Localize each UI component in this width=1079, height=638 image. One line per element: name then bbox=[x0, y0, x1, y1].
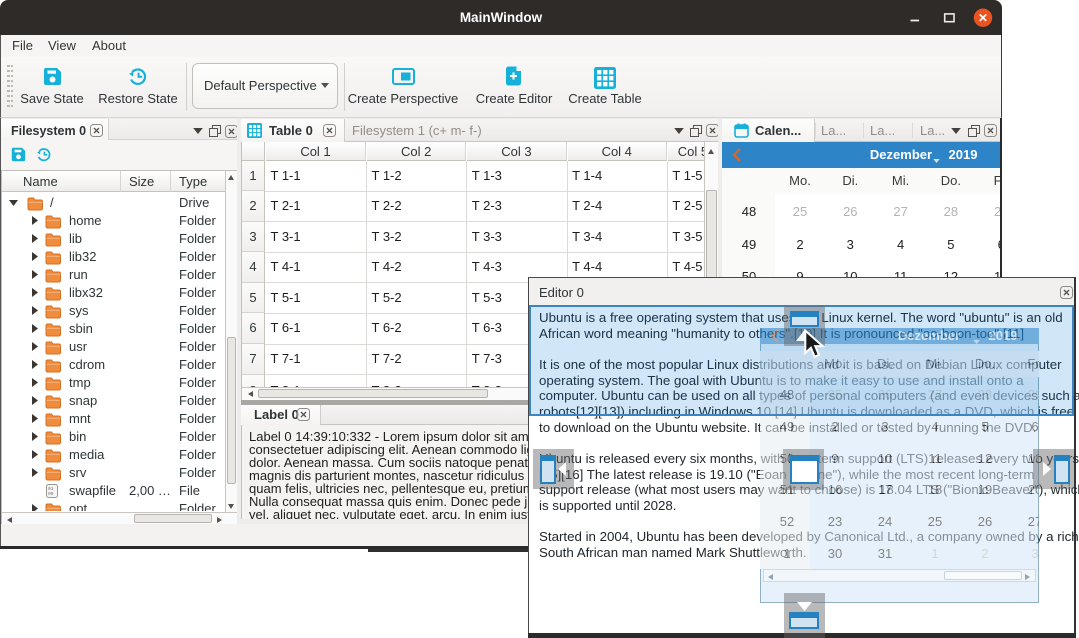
svg-text:00: 00 bbox=[48, 491, 54, 497]
